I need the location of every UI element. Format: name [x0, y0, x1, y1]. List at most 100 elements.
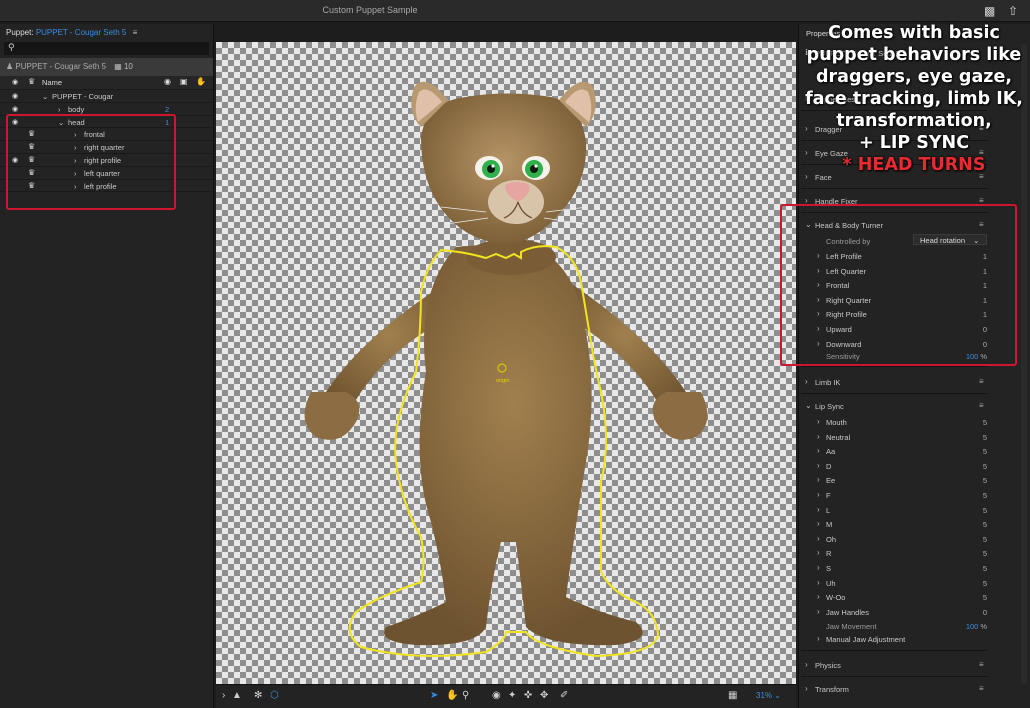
property-value[interactable]: 5	[967, 491, 987, 500]
callout-line-2: puppet behaviors like	[806, 45, 1022, 65]
chevron-right-icon[interactable]: ›	[817, 417, 820, 426]
section-divider	[801, 676, 987, 677]
chevron-right-icon[interactable]: ›	[817, 475, 820, 484]
property-label: Jaw Handles	[826, 607, 869, 617]
property-label: Uh	[826, 578, 836, 588]
chevron-right-icon[interactable]: ›	[58, 105, 61, 114]
property-value[interactable]: 5	[967, 520, 987, 529]
share-icon[interactable]: ⇧	[1008, 4, 1018, 18]
property-value[interactable]: 5	[967, 433, 987, 442]
property-value[interactable]: 5	[967, 447, 987, 456]
property-value[interactable]: 5	[967, 476, 987, 485]
camera-header-icon: ▣	[180, 77, 188, 86]
menu-icon[interactable]: ≡	[133, 28, 138, 37]
chevron-right-icon[interactable]: ›	[817, 519, 820, 528]
property-value[interactable]: 5	[967, 506, 987, 515]
section-menu-icon[interactable]: ≡	[979, 684, 984, 693]
chevron-right-icon[interactable]: ›	[817, 634, 820, 643]
zoom-level[interactable]: 31% ⌄	[756, 691, 781, 700]
chevron-right-icon[interactable]: ›	[817, 505, 820, 514]
expand-icon[interactable]: ›	[222, 690, 225, 701]
warning-icon[interactable]: ▲	[232, 690, 242, 701]
transparency-grid-icon[interactable]: ▦	[728, 690, 737, 701]
callout-line-5: transformation,	[836, 111, 992, 131]
property-label: R	[826, 549, 832, 559]
pin-tool-icon[interactable]: ✜	[524, 690, 532, 701]
chat-icon[interactable]: ▩	[984, 4, 995, 18]
eye-icon[interactable]: ◉	[12, 92, 18, 100]
scene-canvas[interactable]: origin	[216, 42, 796, 684]
property-value[interactable]: 5	[967, 418, 987, 427]
property-value[interactable]: 5	[967, 462, 987, 471]
stick-tool-icon[interactable]: ✐	[560, 690, 568, 701]
puppet-icon: ♟	[6, 62, 14, 71]
right-hand	[652, 392, 708, 440]
property-label: Aa	[826, 447, 836, 457]
chevron-right-icon[interactable]: ›	[817, 490, 820, 499]
chevron-right-icon[interactable]: ›	[817, 432, 820, 441]
property-label: W-Oo	[826, 593, 846, 603]
property-value[interactable]: 100%	[949, 622, 987, 631]
property-value[interactable]: 5	[967, 535, 987, 544]
property-label: D	[826, 461, 832, 471]
section-menu-icon[interactable]: ≡	[979, 660, 984, 669]
puppet-label: Puppet:	[6, 28, 34, 37]
hexagon-icon[interactable]: ⬡	[270, 690, 279, 701]
chevron-right-icon[interactable]: ›	[817, 578, 820, 587]
property-label: Ee	[826, 476, 836, 486]
chevron-right-icon[interactable]: ›	[817, 446, 820, 455]
property-label: L	[826, 505, 831, 515]
select-tool-icon[interactable]: ➤	[430, 690, 438, 701]
chevron-right-icon[interactable]: ›	[805, 660, 808, 669]
property-value[interactable]: 0	[967, 608, 987, 617]
section-divider	[801, 393, 987, 394]
mesh-icon[interactable]: ✻	[254, 690, 262, 701]
property-value[interactable]: 5	[967, 593, 987, 602]
search-input[interactable]: ⚲	[4, 42, 209, 55]
chevron-right-icon[interactable]: ›	[817, 548, 820, 557]
property-label: Transform	[815, 685, 849, 694]
callout-line-1: Comes with basic	[828, 23, 1000, 43]
property-value[interactable]: 5	[967, 579, 987, 588]
chevron-down-icon[interactable]: ⌄	[805, 401, 812, 410]
hand-tool-icon[interactable]: ✋	[446, 690, 458, 701]
property-label: Mouth	[826, 418, 847, 427]
eye-icon[interactable]: ◉	[12, 105, 18, 113]
chevron-right-icon[interactable]: ›	[817, 563, 820, 572]
chevron-right-icon[interactable]: ›	[817, 592, 820, 601]
search-icon: ⚲	[8, 42, 15, 52]
section-menu-icon[interactable]: ≡	[979, 377, 984, 386]
chevron-down-icon[interactable]: ⌄	[42, 92, 48, 101]
property-label: S	[826, 564, 832, 573]
name-column-header: Name	[42, 78, 63, 87]
draggable-tool-icon[interactable]: ✦	[508, 690, 516, 701]
property-label: Manual Jaw Adjustment	[826, 635, 906, 644]
annotation-box-head-turner	[780, 204, 1017, 366]
title-bar: Custom Puppet Sample ▩ ⇧	[0, 0, 1030, 22]
zoom-tool-icon[interactable]: ⚲	[462, 690, 469, 701]
section-menu-icon[interactable]: ≡	[979, 401, 984, 410]
chevron-right-icon[interactable]: ›	[817, 534, 820, 543]
property-label: Neutral	[826, 432, 851, 442]
layers-header: ◉ ♛ Name ◉ ▣ ✋	[0, 76, 213, 90]
breadcrumb[interactable]: ♟ PUPPET - Cougar Seth 5 ▦ 10	[0, 58, 213, 76]
crown-header-icon: ♛	[28, 77, 36, 86]
property-value[interactable]: 5	[967, 549, 987, 558]
property-label: M	[826, 520, 833, 530]
section-divider	[801, 650, 987, 651]
property-label: Physics	[815, 661, 841, 670]
transform-tool-icon[interactable]: ✥	[540, 690, 548, 701]
callout-line-6: + LIP SYNC	[858, 133, 970, 153]
chevron-right-icon[interactable]: ›	[805, 377, 808, 386]
chevron-right-icon[interactable]: ›	[805, 684, 808, 693]
callout-line-7: * HEAD TURNS	[842, 155, 986, 175]
property-value[interactable]: 5	[967, 564, 987, 573]
chevron-right-icon[interactable]: ›	[817, 607, 820, 616]
layer-label: PUPPET - Cougar	[52, 92, 114, 101]
puppet-name-link[interactable]: PUPPET - Cougar Seth 5	[36, 28, 127, 37]
origin-tool-icon[interactable]: ◉	[492, 690, 501, 701]
layer-row[interactable]: ◉ ⌄ PUPPET - Cougar	[0, 90, 213, 103]
zoom-value: 31%	[756, 691, 773, 700]
property-label: Oh	[826, 534, 837, 544]
chevron-right-icon[interactable]: ›	[817, 461, 820, 470]
